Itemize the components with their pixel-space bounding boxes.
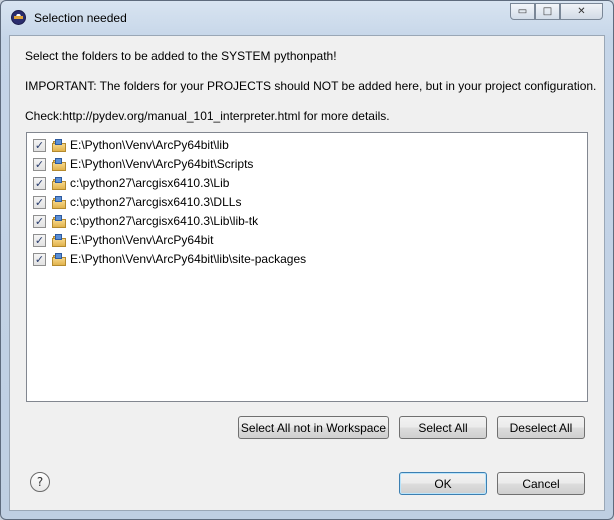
python-folder-icon [52, 157, 66, 171]
checkbox[interactable]: ✓ [33, 176, 46, 190]
important-note: IMPORTANT: The folders for your PROJECTS… [25, 79, 597, 93]
deselect-all-button[interactable]: Deselect All [497, 416, 585, 439]
title-bar[interactable]: Selection needed ▭ □ ✕ [1, 1, 613, 35]
close-button[interactable]: ✕ [560, 3, 603, 20]
list-item[interactable]: ✓ E:\Python\Venv\ArcPy64bit\lib\site-pack… [33, 250, 306, 268]
dialog-window: Selection needed ▭ □ ✕ Select the folder… [0, 0, 614, 520]
list-item[interactable]: ✓ c:\python27\arcgisx6410.3\Lib\lib-tk [33, 212, 258, 230]
select-all-not-in-workspace-button[interactable]: Select All not in Workspace [238, 416, 389, 439]
checkbox[interactable]: ✓ [33, 138, 46, 152]
python-folder-icon [52, 233, 66, 247]
folder-path-label: c:\python27\arcgisx6410.3\Lib [70, 176, 230, 190]
minimize-button[interactable]: ▭ [510, 3, 535, 20]
folder-checklist[interactable]: ✓ E:\Python\Venv\ArcPy64bit\lib ✓ E:\Python… [26, 132, 588, 402]
list-item[interactable]: ✓ E:\Python\Venv\ArcPy64bit [33, 231, 213, 249]
folder-path-label: E:\Python\Venv\ArcPy64bit\lib\site-packa… [70, 252, 307, 266]
python-folder-icon [52, 138, 66, 152]
checkbox[interactable]: ✓ [33, 214, 46, 228]
folder-path-label: E:\Python\Venv\ArcPy64bit\lib [70, 138, 229, 152]
ok-button[interactable]: OK [399, 472, 487, 495]
list-item[interactable]: ✓ E:\Python\Venv\ArcPy64bit\Scripts [33, 155, 253, 173]
window-controls: ▭ □ ✕ [510, 3, 603, 20]
checkbox[interactable]: ✓ [33, 252, 46, 266]
instruction-text: Select the folders to be added to the SY… [25, 49, 337, 63]
python-folder-icon [52, 195, 66, 209]
folder-path-label: c:\python27\arcgisx6410.3\Lib\lib-tk [70, 214, 259, 228]
checkbox[interactable]: ✓ [33, 195, 46, 209]
select-all-button[interactable]: Select All [399, 416, 487, 439]
checkbox[interactable]: ✓ [33, 157, 46, 171]
checkbox[interactable]: ✓ [33, 233, 46, 247]
list-item[interactable]: ✓ c:\python27\arcgisx6410.3\Lib [33, 174, 229, 192]
window-title: Selection needed [34, 11, 127, 25]
folder-path-label: E:\Python\Venv\ArcPy64bit\Scripts [70, 157, 254, 171]
folder-path-label: E:\Python\Venv\ArcPy64bit [70, 233, 214, 247]
folder-path-label: c:\python27\arcgisx6410.3\DLLs [70, 195, 242, 209]
list-item[interactable]: ✓ E:\Python\Venv\ArcPy64bit\lib [33, 136, 229, 154]
cancel-button[interactable]: Cancel [497, 472, 585, 495]
help-icon[interactable]: ? [30, 472, 50, 492]
python-folder-icon [52, 214, 66, 228]
python-folder-icon [52, 176, 66, 190]
dialog-client-area: Select the folders to be added to the SY… [9, 35, 605, 511]
maximize-button[interactable]: □ [535, 3, 560, 20]
eclipse-icon [11, 10, 26, 25]
list-item[interactable]: ✓ c:\python27\arcgisx6410.3\DLLs [33, 193, 241, 211]
python-folder-icon [52, 252, 66, 266]
details-link-text: Check:http://pydev.org/manual_101_interp… [25, 109, 390, 123]
